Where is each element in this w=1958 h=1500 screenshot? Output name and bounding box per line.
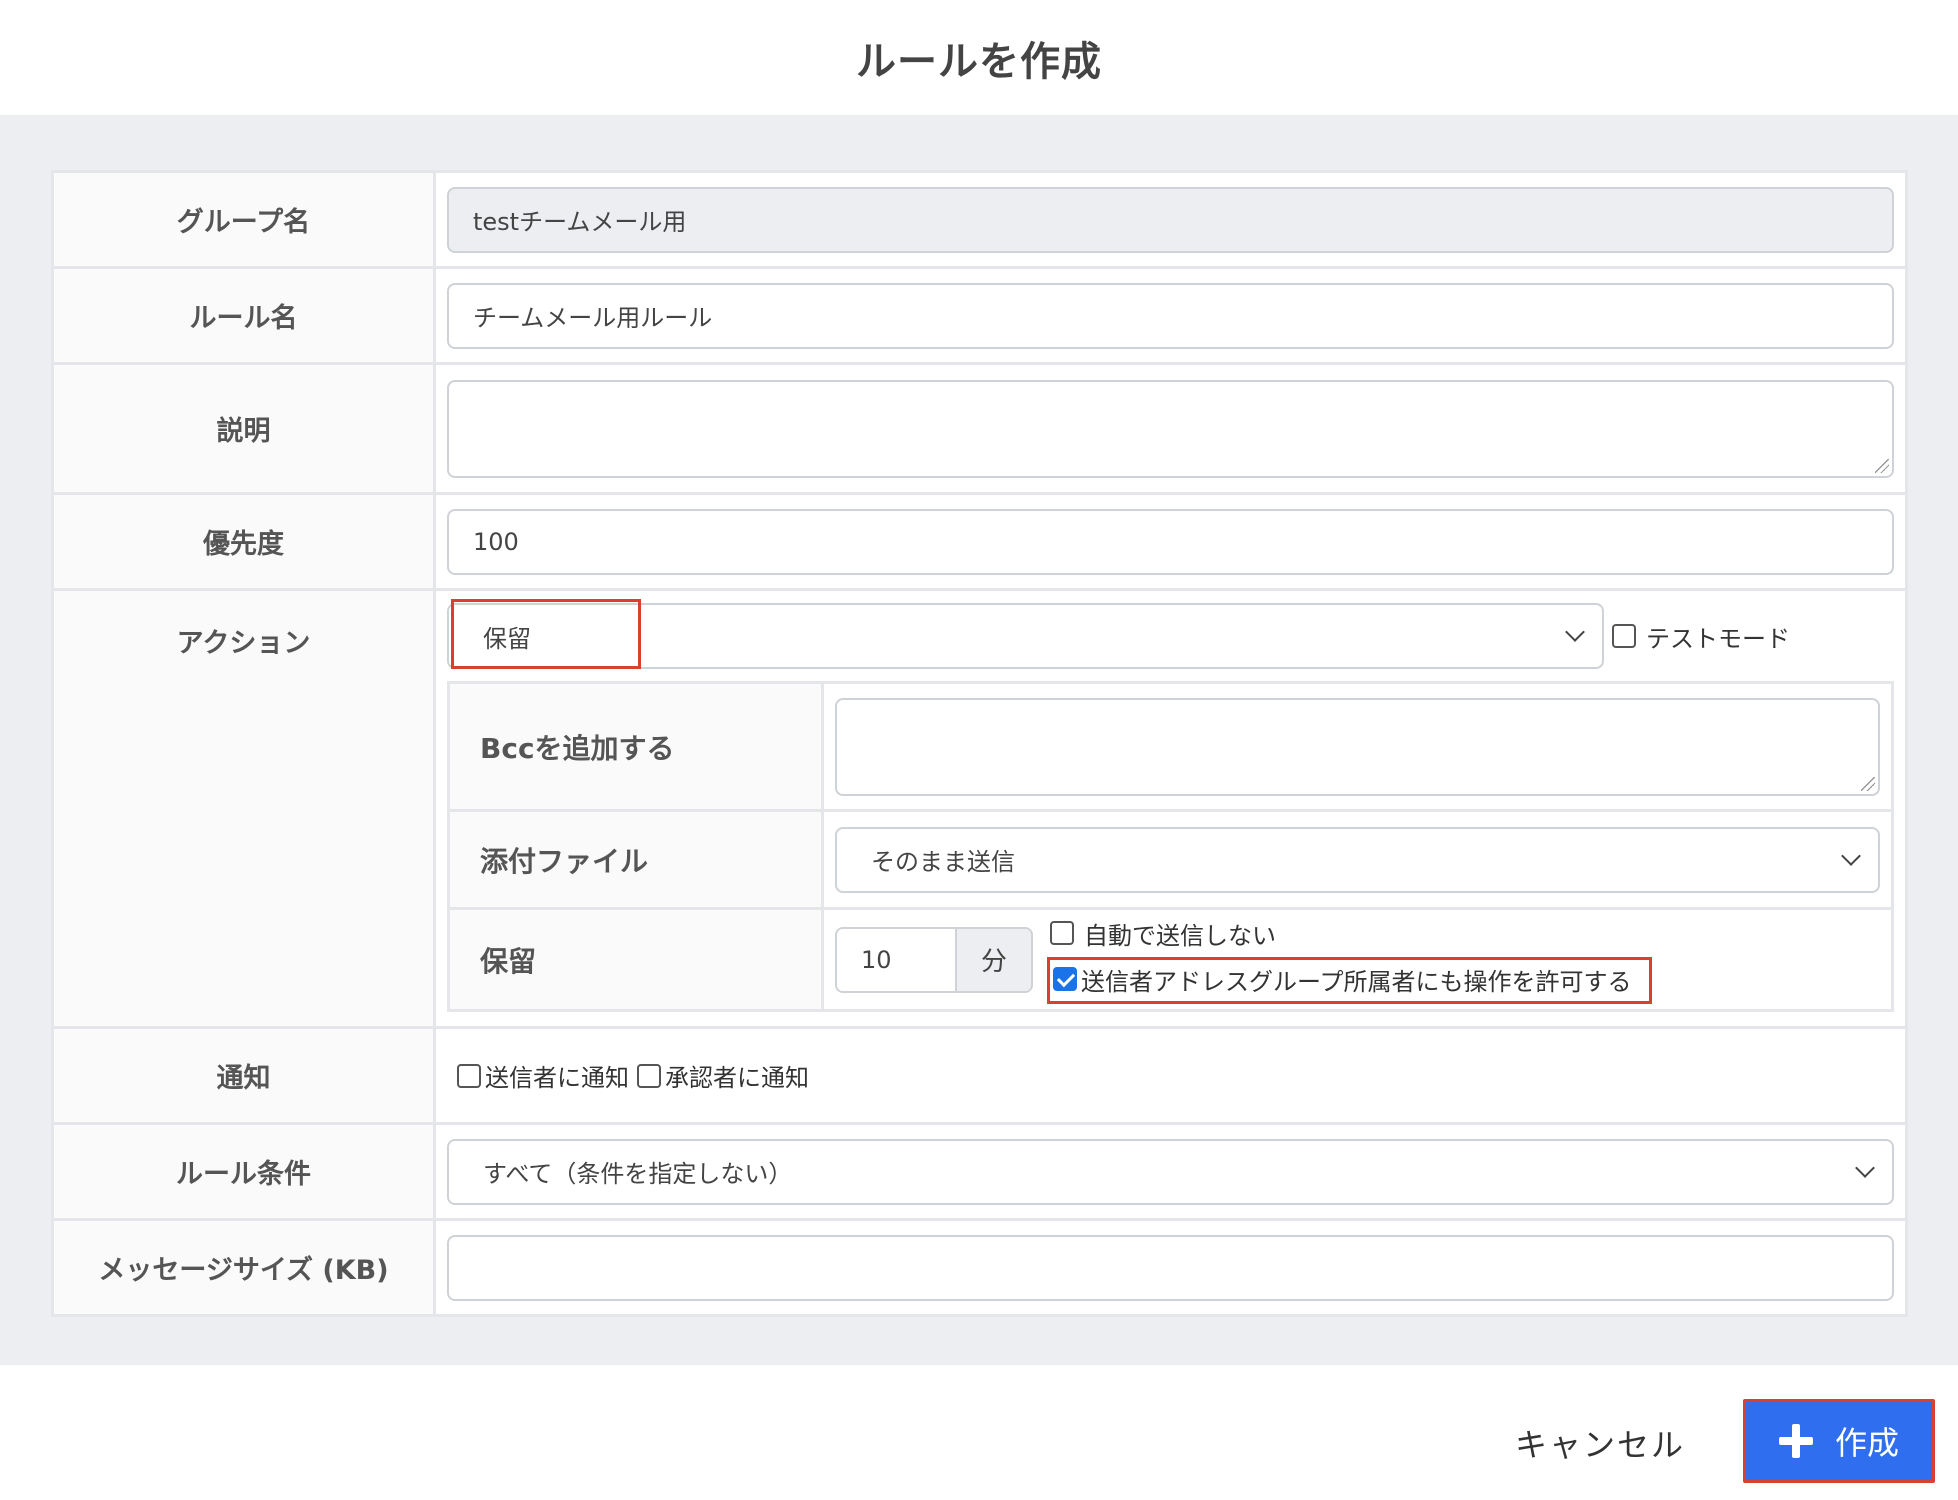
create-button-label: 作成 (1834, 1424, 1899, 1462)
test-mode-checkbox[interactable] (1612, 624, 1636, 648)
row-priority: 優先度 100 (51, 492, 1908, 591)
message-size-label: メッセージサイズ (KB) (51, 1218, 436, 1317)
group-name-field: testチームメール用 (447, 186, 1894, 253)
priority-input[interactable]: 100 (447, 508, 1894, 575)
rule-name-input[interactable]: チームメール用ルール (447, 282, 1894, 349)
notify-approver-checkbox[interactable] (637, 1063, 661, 1088)
dialog-header: ルールを作成 (0, 0, 1958, 115)
allow-sender-group-label: 送信者アドレスグループ所属者にも操作を許可する (1081, 967, 1632, 996)
chevron-down-icon (1841, 845, 1861, 866)
row-action: アクション 保留 テストモード Bccを追加する 添付ファイル そのまま送信 保… (51, 588, 1908, 1029)
notify-sender-label: 送信者に通知 (485, 1064, 629, 1092)
action-highlight-box (451, 599, 641, 669)
row-rule-name: ルール名 チームメール用ルール (51, 266, 1908, 365)
rule-condition-selected-value: すべて（条件を指定しない） (483, 1160, 793, 1188)
row-bcc: Bccを追加する (447, 681, 1894, 812)
hold-minutes-value: 10 (861, 945, 892, 974)
action-label: アクション (51, 588, 436, 1029)
description-label: 説明 (51, 362, 436, 495)
hold-label: 保留 (447, 907, 824, 1012)
notify-sender-checkbox[interactable] (457, 1063, 481, 1088)
resize-handle-icon[interactable] (1875, 458, 1889, 473)
rule-form-table: グループ名 testチームメール用 ルール名 チームメール用ルール 説明 優先度… (51, 170, 1908, 1317)
create-button[interactable]: 作成 (1743, 1399, 1935, 1483)
row-hold: 保留 10 分 自動で送信しない 送信者アドレスグループ所属者にも操作を許可する (447, 907, 1894, 1012)
attachment-label: 添付ファイル (447, 809, 824, 910)
allow-sender-group-checkbox[interactable] (1053, 967, 1077, 991)
no-auto-send-checkbox[interactable] (1050, 921, 1074, 945)
row-group-name: グループ名 testチームメール用 (51, 170, 1908, 269)
notify-approver-label: 承認者に通知 (665, 1064, 809, 1092)
rule-condition-label: ルール条件 (51, 1122, 436, 1221)
dialog-title: ルールを作成 (856, 38, 1102, 85)
bcc-textarea[interactable] (835, 697, 1880, 796)
priority-label: 優先度 (51, 492, 436, 591)
row-description: 説明 (51, 362, 1908, 495)
minutes-unit-addon: 分 (955, 928, 1031, 991)
priority-value: 100 (473, 527, 519, 556)
chevron-down-icon (1565, 622, 1585, 642)
test-mode-label: テストモード (1646, 624, 1790, 653)
notification-label: 通知 (51, 1026, 436, 1125)
row-message-size: メッセージサイズ (KB) (51, 1218, 1908, 1317)
action-select[interactable]: 保留 (447, 599, 1604, 669)
resize-handle-icon[interactable] (1861, 776, 1875, 791)
group-name-label: グループ名 (51, 170, 436, 269)
dialog-footer: キャンセル 作成 (0, 1365, 1958, 1500)
hold-minutes-group: 10 分 (835, 926, 1033, 993)
message-size-input[interactable] (447, 1234, 1894, 1301)
rule-name-value: チームメール用ルール (473, 304, 713, 332)
dialog-body: グループ名 testチームメール用 ルール名 チームメール用ルール 説明 優先度… (0, 115, 1958, 1365)
chevron-down-icon (1855, 1157, 1875, 1178)
group-name-value: testチームメール用 (473, 208, 687, 236)
rule-condition-select[interactable]: すべて（条件を指定しない） (447, 1138, 1894, 1205)
description-textarea[interactable] (447, 379, 1894, 478)
attachment-selected-value: そのまま送信 (871, 848, 1015, 876)
no-auto-send-label: 自動で送信しない (1084, 921, 1276, 950)
row-rule-condition: ルール条件 すべて（条件を指定しない） (51, 1122, 1908, 1221)
row-attachment: 添付ファイル そのまま送信 (447, 809, 1894, 910)
bcc-label: Bccを追加する (447, 681, 824, 812)
plus-icon (1778, 1424, 1813, 1458)
rule-name-label: ルール名 (51, 266, 436, 365)
cancel-button[interactable]: キャンセル (1510, 1413, 1690, 1473)
hold-minutes-input[interactable]: 10 (837, 928, 955, 991)
attachment-select[interactable]: そのまま送信 (835, 826, 1880, 893)
action-options-table: Bccを追加する 添付ファイル そのまま送信 保留 10 分 自動で送信しない … (447, 681, 1894, 1012)
row-notification: 通知 送信者に通知 承認者に通知 (51, 1026, 1908, 1125)
allow-sender-group-highlight-box: 送信者アドレスグループ所属者にも操作を許可する (1047, 956, 1652, 1004)
